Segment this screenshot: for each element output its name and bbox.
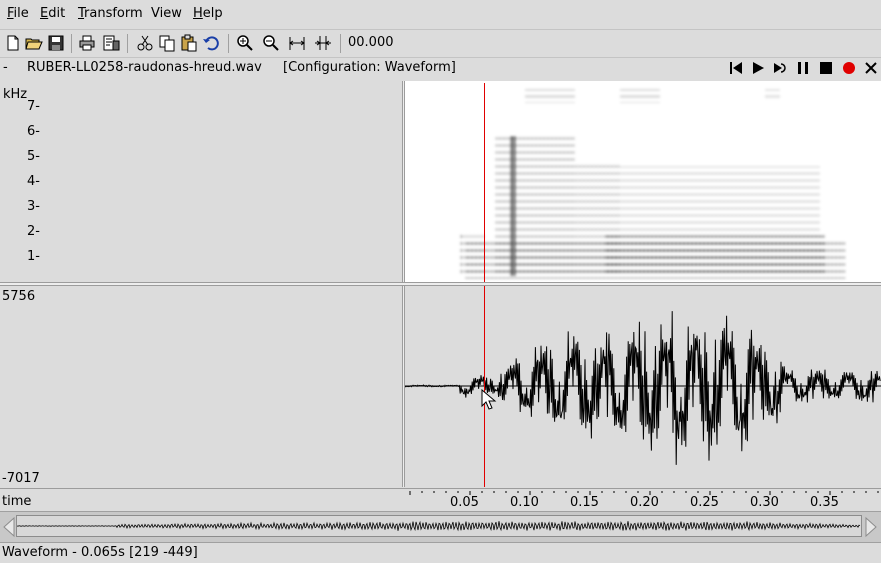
paste-icon[interactable] xyxy=(180,34,198,52)
new-file-icon[interactable] xyxy=(4,34,22,52)
spectrogram-image xyxy=(460,89,845,281)
scroll-left-arrow-icon[interactable] xyxy=(2,516,16,538)
print-icon[interactable] xyxy=(78,34,96,52)
menu-edit[interactable]: Edit xyxy=(40,6,65,21)
toolbar-separator xyxy=(127,34,128,53)
zoom-fit-icon[interactable] xyxy=(288,34,306,52)
menu-bar: File Edit Transform View Help xyxy=(0,0,881,30)
time-tick: 0.15 xyxy=(570,495,599,510)
toolbar-separator xyxy=(228,34,229,53)
status-text: Waveform - 0.065s [219 -449] xyxy=(2,545,198,560)
copy-icon[interactable] xyxy=(158,34,176,52)
frequency-tick: 2- xyxy=(27,224,40,239)
menu-transform[interactable]: Transform xyxy=(78,6,143,21)
time-tick: 0.20 xyxy=(630,495,659,510)
filename-label: RUBER-LL0258-raudonas-hreud.wav xyxy=(27,60,262,75)
play-icon[interactable] xyxy=(750,60,766,76)
waveform-view[interactable] xyxy=(405,286,881,487)
waveform-max-label: 5756 xyxy=(2,289,36,304)
time-readout: 00.000 xyxy=(348,35,394,50)
mouse-pointer-icon xyxy=(481,389,497,410)
window-dash: - xyxy=(3,60,8,75)
undo-icon[interactable] xyxy=(202,34,220,52)
scroll-right-arrow-icon[interactable] xyxy=(864,516,878,538)
close-icon[interactable] xyxy=(863,60,879,76)
overview-waveform xyxy=(16,520,861,532)
scrollbar-thumb[interactable] xyxy=(16,515,862,537)
spectrogram-axis-panel xyxy=(0,81,402,282)
open-folder-icon[interactable] xyxy=(25,34,43,52)
menu-view[interactable]: View xyxy=(151,6,182,21)
status-bar: Waveform - 0.065s [219 -449] xyxy=(0,543,881,563)
toolbar-separator xyxy=(340,34,341,53)
pause-icon[interactable] xyxy=(795,60,811,76)
waveform-axis-panel xyxy=(0,286,402,487)
save-icon[interactable] xyxy=(47,34,65,52)
skip-start-icon[interactable] xyxy=(728,60,744,76)
stop-icon[interactable] xyxy=(818,60,834,76)
waveform-min-label: -7017 xyxy=(2,471,40,486)
time-axis: time 0.05 0.10 0.15 0.20 0.25 0.30 0.35 xyxy=(0,488,881,511)
time-tick: 0.25 xyxy=(690,495,719,510)
cut-icon[interactable] xyxy=(136,34,154,52)
frequency-tick: 7- xyxy=(27,99,40,114)
loop-play-icon[interactable] xyxy=(772,60,788,76)
frequency-tick: 3- xyxy=(27,199,40,214)
toolbar-separator xyxy=(71,34,72,53)
print-setup-icon[interactable] xyxy=(102,34,120,52)
zoom-selection-icon[interactable] xyxy=(314,34,332,52)
zoom-out-icon[interactable] xyxy=(262,34,280,52)
time-tick: 0.10 xyxy=(510,495,539,510)
overview-scrollbar[interactable] xyxy=(0,511,881,543)
frequency-tick: 5- xyxy=(27,149,40,164)
playhead-cursor[interactable] xyxy=(484,83,485,282)
frequency-tick: 1- xyxy=(27,249,40,264)
menu-file[interactable]: File xyxy=(7,6,29,21)
waveform-image xyxy=(405,311,881,465)
info-bar: - RUBER-LL0258-raudonas-hreud.wav [Confi… xyxy=(0,58,881,80)
time-tick: 0.05 xyxy=(450,495,479,510)
toolbar: 00.000 xyxy=(0,30,881,58)
time-tick: 0.35 xyxy=(810,495,839,510)
configuration-label: [Configuration: Waveform] xyxy=(283,60,456,75)
zoom-in-icon[interactable] xyxy=(236,34,254,52)
frequency-unit-label: kHz xyxy=(3,87,28,102)
playhead-cursor[interactable] xyxy=(484,286,485,487)
spectrogram-view[interactable] xyxy=(405,81,881,282)
frequency-tick: 6- xyxy=(27,124,40,139)
time-tick: 0.30 xyxy=(750,495,779,510)
time-ruler[interactable]: 0.05 0.10 0.15 0.20 0.25 0.30 0.35 xyxy=(405,489,881,511)
frequency-tick: 4- xyxy=(27,174,40,189)
menu-help[interactable]: Help xyxy=(193,6,223,21)
time-axis-label: time xyxy=(2,494,32,509)
record-icon[interactable] xyxy=(841,60,857,76)
